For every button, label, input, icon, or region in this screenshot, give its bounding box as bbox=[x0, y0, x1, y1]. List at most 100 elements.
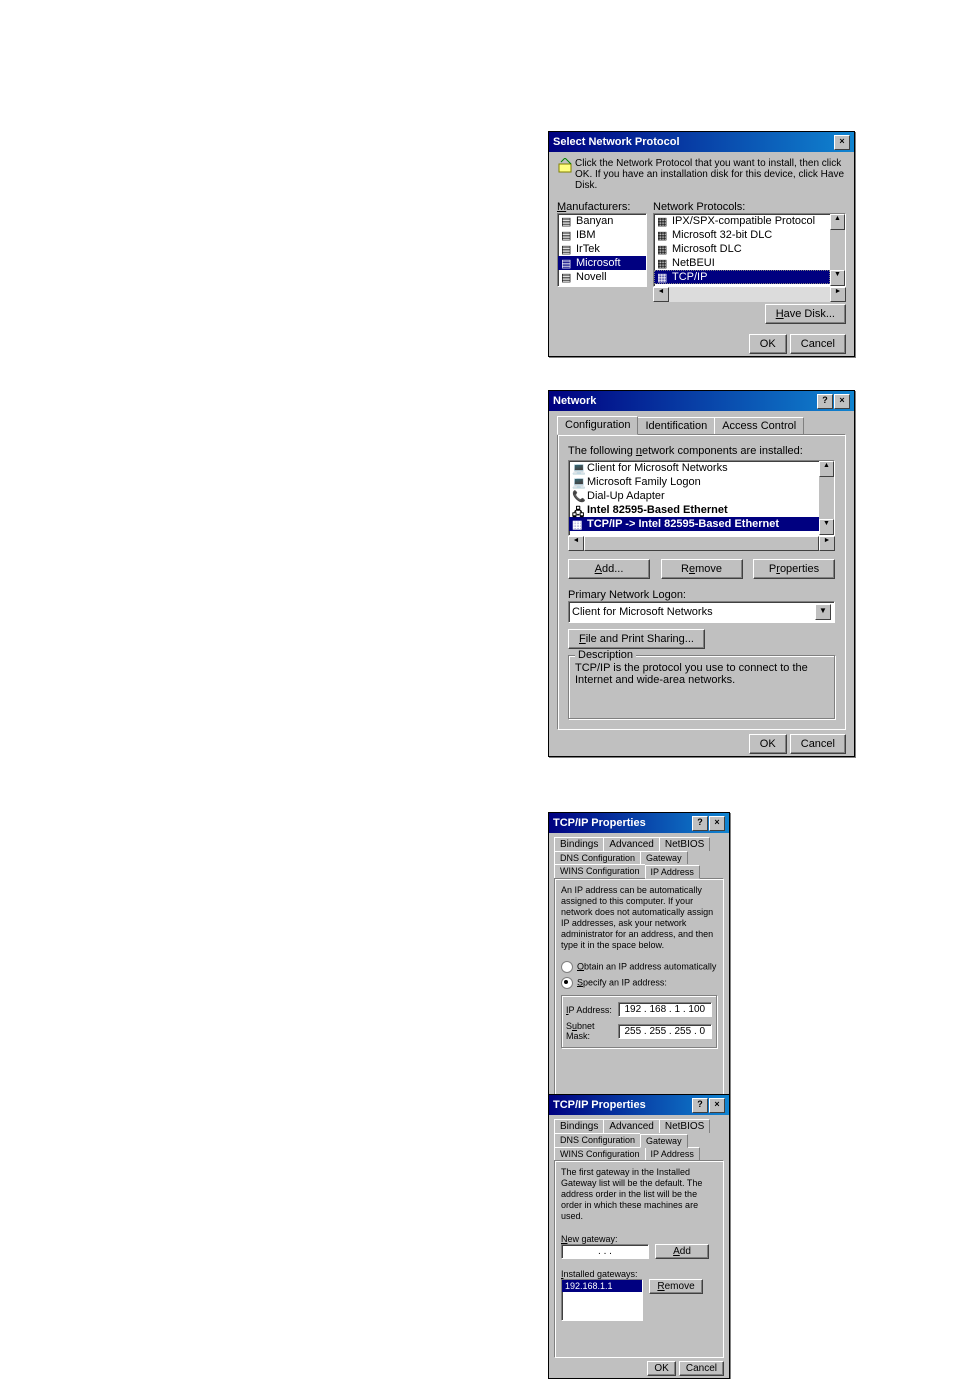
protocol-item-icon: ▦ bbox=[657, 257, 669, 269]
remove-gateway-button[interactable]: Remove bbox=[649, 1279, 703, 1294]
list-item[interactable]: ▤IBM bbox=[558, 228, 646, 242]
list-item[interactable]: 🖧Intel 82595-Based Ethernet bbox=[569, 503, 819, 517]
tab-advanced[interactable]: Advanced bbox=[603, 837, 659, 851]
components-list[interactable]: 💻Client for Microsoft Networks 💻Microsof… bbox=[568, 460, 835, 536]
tab-identification[interactable]: Identification bbox=[637, 417, 715, 434]
subnet-mask-field[interactable]: 255 . 255 . 255 . 0 bbox=[618, 1024, 712, 1039]
titlebar[interactable]: TCP/IP Properties ?× bbox=[549, 813, 729, 833]
protocol-icon bbox=[557, 158, 569, 170]
new-gateway-field[interactable]: . . . bbox=[561, 1244, 649, 1259]
tab-netbios[interactable]: NetBIOS bbox=[659, 837, 710, 851]
ok-button[interactable]: OK bbox=[647, 1361, 675, 1376]
tab-row-2: DNS Configuration Gateway WINS Configura… bbox=[554, 1133, 724, 1160]
tab-access-control[interactable]: Access Control bbox=[714, 417, 804, 434]
list-item[interactable]: ▦Microsoft 32-bit DLC bbox=[654, 228, 830, 242]
help-icon[interactable]: ? bbox=[692, 816, 708, 831]
dialog-title: Select Network Protocol bbox=[553, 136, 680, 148]
vendor-icon: ▤ bbox=[561, 257, 573, 269]
manufacturers-label: Manufacturers: bbox=[557, 201, 647, 213]
radio-obtain-auto[interactable] bbox=[561, 961, 573, 973]
scroll-right-icon[interactable]: ► bbox=[830, 287, 846, 302]
tab-advanced[interactable]: Advanced bbox=[603, 1119, 659, 1133]
close-icon[interactable]: × bbox=[834, 135, 850, 150]
list-item[interactable]: ▦Microsoft DLC bbox=[654, 242, 830, 256]
primary-logon-label: Primary Network Logon: bbox=[568, 589, 835, 601]
cancel-button[interactable]: Cancel bbox=[679, 1361, 724, 1376]
titlebar[interactable]: Select Network Protocol × bbox=[549, 132, 854, 152]
close-icon[interactable]: × bbox=[834, 394, 850, 409]
tab-ip-address[interactable]: IP Address bbox=[645, 865, 700, 879]
protocols-label: Network Protocols: bbox=[653, 201, 846, 213]
list-item-selected[interactable]: ▦TCP/IP bbox=[654, 270, 830, 284]
ip-address-label: IP Address: bbox=[566, 1005, 614, 1015]
add-gateway-button[interactable]: Add bbox=[655, 1244, 709, 1259]
protocols-list[interactable]: ▦IPX/SPX-compatible Protocol ▦Microsoft … bbox=[653, 213, 846, 287]
ok-button[interactable]: OK bbox=[749, 334, 787, 354]
tab-wins[interactable]: WINS Configuration bbox=[554, 1147, 646, 1160]
list-item[interactable]: 📞Dial-Up Adapter bbox=[569, 489, 819, 503]
tab-configuration[interactable]: Configuration bbox=[557, 416, 638, 435]
properties-button[interactable]: Properties bbox=[753, 559, 835, 579]
list-item-selected[interactable]: 192.168.1.1 bbox=[562, 1280, 642, 1292]
scroll-up-icon[interactable]: ▲ bbox=[830, 214, 845, 230]
list-item[interactable]: ▤Novell bbox=[558, 270, 646, 284]
tab-netbios[interactable]: NetBIOS bbox=[659, 1119, 710, 1133]
gateway-explain-text: The first gateway in the Installed Gatew… bbox=[561, 1167, 717, 1222]
remove-button[interactable]: Remove bbox=[661, 559, 743, 579]
radio-specify[interactable] bbox=[561, 977, 573, 989]
manufacturers-list[interactable]: ▤Banyan ▤IBM ▤IrTek ▤Microsoft ▤Novell bbox=[557, 213, 647, 287]
list-item-selected[interactable]: ▦TCP/IP -> Intel 82595-Based Ethernet bbox=[569, 517, 819, 531]
cancel-button[interactable]: Cancel bbox=[790, 734, 846, 754]
dialog-title: Network bbox=[553, 395, 596, 407]
primary-logon-dropdown[interactable]: Client for Microsoft Networks ▼ bbox=[568, 601, 835, 623]
titlebar[interactable]: Network ?× bbox=[549, 391, 854, 411]
client-icon: 💻 bbox=[572, 476, 584, 488]
vendor-icon: ▤ bbox=[561, 271, 573, 283]
titlebar[interactable]: TCP/IP Properties ?× bbox=[549, 1095, 729, 1115]
scroll-down-icon[interactable]: ▼ bbox=[830, 270, 845, 286]
tab-strip: Configuration Identification Access Cont… bbox=[557, 417, 846, 435]
scroll-down-icon[interactable]: ▼ bbox=[819, 519, 834, 535]
tab-bindings[interactable]: Bindings bbox=[554, 837, 604, 851]
file-print-sharing-button[interactable]: File and Print Sharing... bbox=[568, 629, 705, 649]
scroll-right-icon[interactable]: ► bbox=[819, 536, 835, 551]
network-dialog: Network ?× Configuration Identification … bbox=[548, 390, 855, 757]
chevron-down-icon[interactable]: ▼ bbox=[815, 604, 831, 620]
scrollbar-vertical[interactable]: ▲▼ bbox=[819, 461, 834, 535]
scrollbar-horizontal[interactable]: ◄► bbox=[568, 536, 835, 551]
radio-obtain-auto-label: Obtain an IP address automatically bbox=[577, 961, 716, 971]
tab-bindings[interactable]: Bindings bbox=[554, 1119, 604, 1133]
tab-wins[interactable]: WINS Configuration bbox=[554, 864, 646, 878]
ip-address-field[interactable]: 192 . 168 . 1 . 100 bbox=[618, 1002, 712, 1017]
help-icon[interactable]: ? bbox=[817, 394, 833, 409]
tab-dns[interactable]: DNS Configuration bbox=[554, 851, 641, 864]
tab-ip-address[interactable]: IP Address bbox=[645, 1147, 700, 1160]
list-item[interactable]: ▦IPX/SPX-compatible Protocol bbox=[654, 214, 830, 228]
ok-button[interactable]: OK bbox=[749, 734, 787, 754]
cancel-button[interactable]: Cancel bbox=[790, 334, 846, 354]
scrollbar-vertical[interactable]: ▲▼ bbox=[830, 214, 845, 286]
list-item[interactable]: ▦NetBEUI bbox=[654, 256, 830, 270]
help-icon[interactable]: ? bbox=[692, 1098, 708, 1113]
tab-dns[interactable]: DNS Configuration bbox=[554, 1133, 641, 1147]
list-item[interactable]: ▤IrTek bbox=[558, 242, 646, 256]
scroll-up-icon[interactable]: ▲ bbox=[819, 461, 834, 477]
client-icon: 💻 bbox=[572, 462, 584, 474]
list-item[interactable]: 💻Microsoft Family Logon bbox=[569, 475, 819, 489]
add-button[interactable]: Add... bbox=[568, 559, 650, 579]
scrollbar-horizontal[interactable]: ◄► bbox=[653, 287, 846, 302]
tab-row-1: Bindings Advanced NetBIOS bbox=[554, 837, 724, 851]
tab-gateway[interactable]: Gateway bbox=[640, 1134, 688, 1148]
scroll-left-icon[interactable]: ◄ bbox=[653, 287, 669, 302]
list-item[interactable]: 💻Client for Microsoft Networks bbox=[569, 461, 819, 475]
description-text: TCP/IP is the protocol you use to connec… bbox=[575, 662, 828, 686]
scroll-left-icon[interactable]: ◄ bbox=[568, 536, 584, 551]
list-item[interactable]: ▤Banyan bbox=[558, 214, 646, 228]
tab-gateway[interactable]: Gateway bbox=[640, 851, 688, 864]
installed-gateways-list[interactable]: 192.168.1.1 bbox=[561, 1279, 643, 1321]
list-item-selected[interactable]: ▤Microsoft bbox=[558, 256, 646, 270]
close-icon[interactable]: × bbox=[709, 1098, 725, 1113]
have-disk-button[interactable]: Have Disk... bbox=[765, 304, 846, 324]
ip-explain-text: An IP address can be automatically assig… bbox=[561, 885, 717, 951]
close-icon[interactable]: × bbox=[709, 816, 725, 831]
